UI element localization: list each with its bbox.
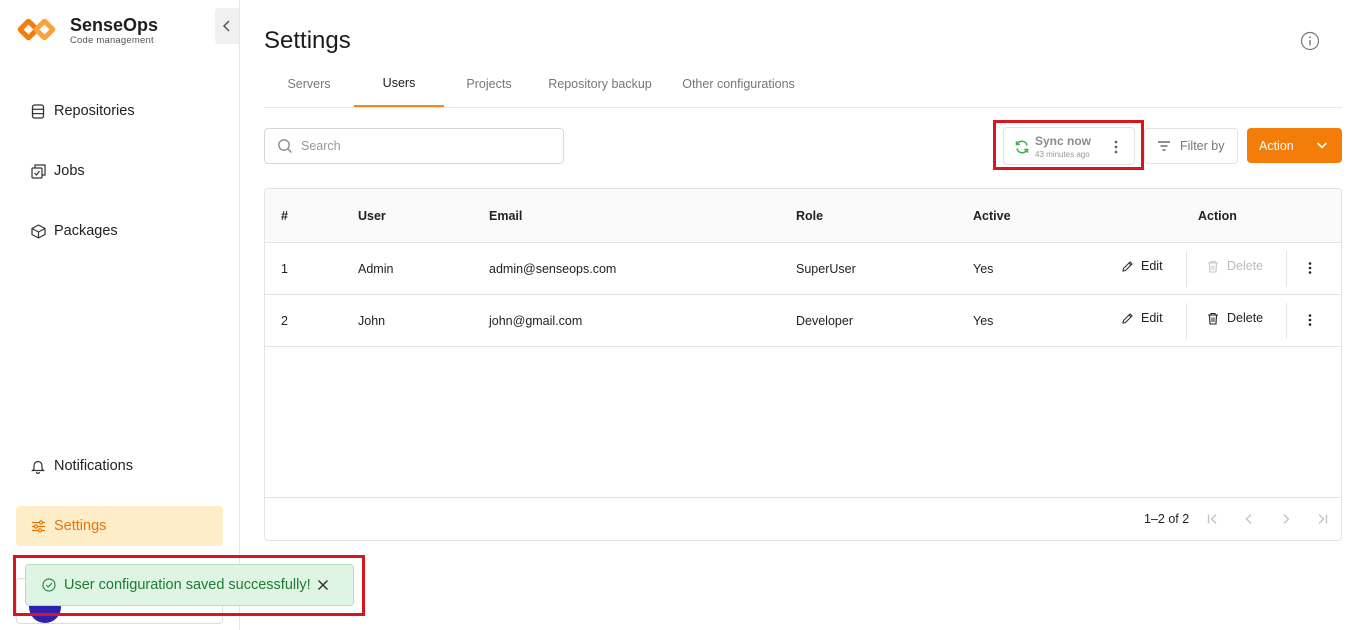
table-pagination: 1–2 of 2 [265,497,1341,540]
cell-user: Admin [358,262,394,276]
cell-index: 2 [281,314,288,328]
tab-servers[interactable]: Servers [264,60,354,107]
toast-message: User configuration saved successfully! [64,577,311,593]
column-header-user: User [358,209,386,223]
pencil-icon [1122,312,1133,324]
chevron-down-icon [1316,142,1328,149]
delete-label: Delete [1227,311,1264,325]
more-vertical-icon[interactable] [1307,261,1313,275]
cell-index: 1 [281,262,288,276]
brand-subtitle: Code management [70,35,154,46]
sidebar-item-label: Repositories [54,103,135,119]
action-dropdown-button[interactable]: Action [1247,128,1342,163]
sync-now-button[interactable]: Sync now 43 minutes ago [1003,127,1135,165]
settings-tabs: Servers Users Projects Repository backup… [264,60,1342,108]
tab-other-configurations[interactable]: Other configurations [666,60,811,107]
sidebar-item-label: Settings [54,518,107,534]
chevron-left-icon [1245,514,1252,524]
pagination-text: 1–2 of 2 [1144,512,1190,526]
cell-email: john@gmail.com [489,314,583,328]
tab-users[interactable]: Users [354,60,444,107]
success-toast: User configuration saved successfully! [25,564,354,606]
cell-role: Developer [796,314,853,328]
edit-label: Edit [1141,311,1163,325]
column-header-index: # [281,209,288,223]
edit-label: Edit [1141,259,1163,273]
sidebar-item-jobs[interactable]: Jobs [16,151,223,191]
action-label: Action [1259,138,1294,153]
delete-button[interactable]: Delete [1207,259,1263,273]
sidebar-item-repositories[interactable]: Repositories [16,91,223,131]
cell-user: John [358,314,386,328]
cell-active: Yes [973,314,994,328]
info-icon[interactable] [1300,31,1320,51]
sidebar-item-label: Jobs [54,163,85,179]
users-table: # User Email Role Active Action 1 Admin … [264,188,1342,541]
column-header-action: Action [1198,209,1237,223]
divider [1186,251,1187,287]
table-row: 2 John john@gmail.com Developer Yes Edit… [265,295,1341,347]
cell-active: Yes [973,262,994,276]
senseops-logo-icon [16,14,62,48]
previous-page-button[interactable] [1240,510,1258,528]
sync-icon [1015,140,1029,154]
filter-button[interactable]: Filter by [1144,128,1238,164]
search-box [264,128,564,164]
tab-repository-backup[interactable]: Repository backup [534,60,666,107]
sidebar: SenseOps Code management Repositories Jo… [0,0,240,630]
bell-icon [30,458,46,474]
last-page-icon [1318,514,1328,524]
search-icon [278,139,292,153]
last-page-button[interactable] [1313,510,1331,528]
more-vertical-icon[interactable] [1307,313,1313,327]
check-circle-icon [42,578,56,592]
column-header-role: Role [796,209,824,223]
first-page-button[interactable] [1204,510,1222,528]
column-header-email: Email [489,209,523,223]
collapse-sidebar-button[interactable] [215,8,239,44]
tab-projects[interactable]: Projects [444,60,534,107]
sidebar-item-label: Notifications [54,458,133,474]
sidebar-item-notifications[interactable]: Notifications [16,446,223,486]
edit-button[interactable]: Edit [1121,259,1163,273]
sliders-icon [30,518,46,534]
divider [1286,303,1287,339]
brand-name: SenseOps [70,15,159,35]
sidebar-item-packages[interactable]: Packages [16,211,223,251]
close-icon[interactable] [315,577,331,593]
edit-button[interactable]: Edit [1121,311,1163,325]
chevron-left-icon [222,20,230,32]
search-input[interactable] [301,139,541,153]
divider [1286,251,1287,287]
filter-icon [1158,141,1170,151]
delete-button[interactable]: Delete [1207,311,1263,325]
cell-role: SuperUser [796,262,856,276]
next-page-button[interactable] [1277,510,1295,528]
package-icon [30,223,46,239]
column-header-active: Active [973,209,1011,223]
delete-label: Delete [1227,259,1264,273]
sync-label: Sync now [1035,134,1092,148]
sidebar-item-label: Packages [54,223,118,239]
pencil-icon [1122,260,1133,272]
filter-label: Filter by [1180,139,1225,153]
sidebar-item-settings[interactable]: Settings [16,506,223,546]
brand-logo[interactable]: SenseOps Code management [16,14,158,48]
database-icon [30,103,46,119]
more-vertical-icon[interactable] [1112,139,1120,155]
chevron-right-icon [1283,514,1290,524]
divider [1186,303,1187,339]
cell-email: admin@senseops.com [489,262,617,276]
page-title: Settings [264,27,351,54]
jobs-icon [30,163,46,179]
trash-icon [1208,260,1218,273]
table-header: # User Email Role Active Action [265,189,1341,243]
trash-icon [1208,312,1218,325]
table-row: 1 Admin admin@senseops.com SuperUser Yes… [265,243,1341,295]
sync-last-time: 43 minutes ago [1035,150,1090,159]
first-page-icon [1207,514,1217,524]
